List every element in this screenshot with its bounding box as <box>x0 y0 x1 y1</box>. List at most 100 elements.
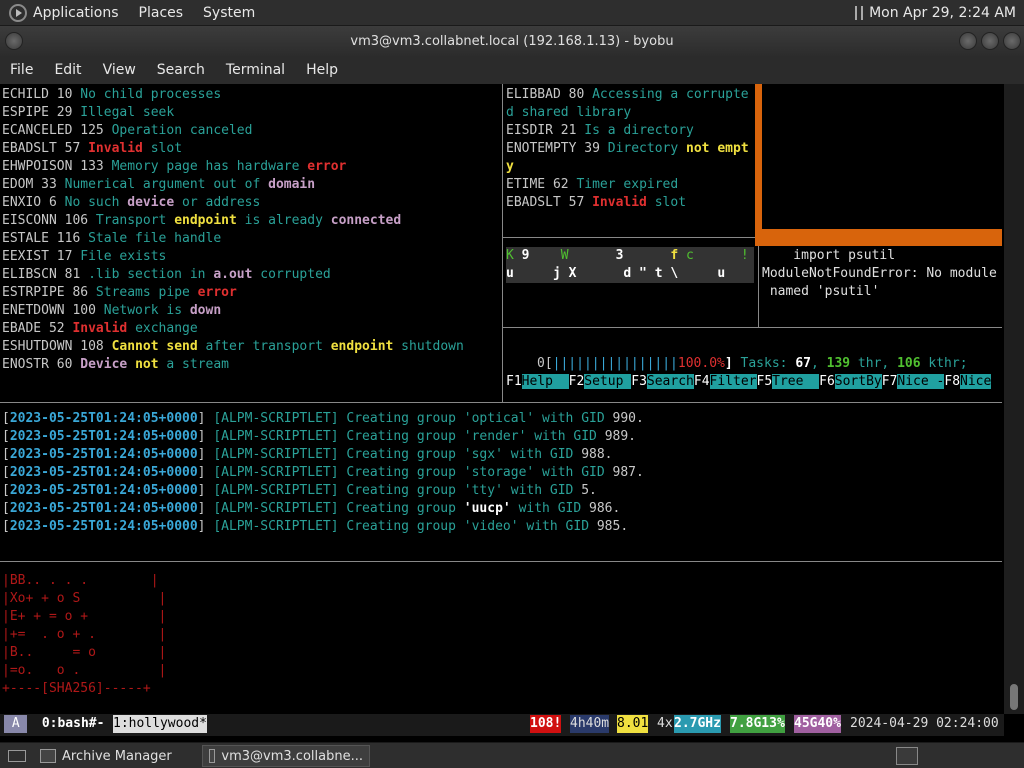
archive-manager-icon <box>40 749 56 763</box>
log-timestamp: 2023-05-25T01:24:05+0000 <box>9 501 198 516</box>
errno-segment: Illegal seek <box>80 105 175 120</box>
close-button[interactable] <box>1003 32 1021 50</box>
errno-segment: or address <box>174 195 261 210</box>
log-bracket: ] <box>197 483 214 498</box>
errno-segment: Directory <box>607 141 687 156</box>
status-window-1[interactable]: 1:hollywood* <box>113 715 207 733</box>
menu-view[interactable]: View <box>103 62 136 78</box>
errno-segment: ESHUTDOWN 108 <box>2 339 112 354</box>
errno-segment: is already <box>236 213 331 228</box>
window-titlebar[interactable]: vm3@vm3.collabnet.local (192.168.1.13) -… <box>0 26 1024 56</box>
errno-segment: EHWPOISON 133 <box>2 159 112 174</box>
log-group: 'uucp' <box>463 501 511 516</box>
menu-search[interactable]: Search <box>157 62 205 78</box>
gauge-segment: 9 <box>513 248 561 263</box>
errno-segment: EBADSLT 57 <box>2 141 89 156</box>
workspace-switcher[interactable] <box>896 747 918 765</box>
log-bracket: [ <box>2 465 10 480</box>
errno-segment: Invalid <box>88 141 143 156</box>
errno-line: ENOSTR 60 Device not a stream <box>2 356 229 374</box>
bottom-taskbar: Archive Manager vm3@vm3.collabne... <box>0 742 1024 768</box>
terminal-area[interactable]: ECHILD 10 No child processes ESPIPE 29 Il… <box>0 84 1004 714</box>
log-tag: [ALPM-SCRIPTLET] Creating group <box>213 429 464 444</box>
log-line: [2023-05-25T01:24:05+0000] [ALPM-SCRIPTL… <box>2 500 620 518</box>
errno-line: EISCONN 106 Transport endpoint is alread… <box>2 212 401 230</box>
log-tag: [ALPM-SCRIPTLET] Creating group <box>213 447 464 462</box>
panel-menu-system[interactable]: System <box>203 5 255 21</box>
errno-line: ESPIPE 29 Illegal seek <box>2 104 174 122</box>
errno-segment: Invalid <box>72 321 128 336</box>
errno-segment: ENXIO 6 <box>2 195 65 210</box>
log-group: 'render' <box>463 429 527 444</box>
log-timestamp: 2023-05-25T01:24:05+0000 <box>9 411 198 426</box>
errno-segment: endpoint <box>330 339 394 354</box>
errno-line: ENOTEMPTY 39 Directory not empt <box>506 140 749 158</box>
menu-edit[interactable]: Edit <box>54 62 81 78</box>
log-bracket: [ <box>2 519 10 534</box>
show-desktop-icon[interactable] <box>8 750 26 762</box>
errno-segment: ECHILD 10 <box>2 87 81 102</box>
htop-key: F7 <box>881 374 898 389</box>
errno-segment: EDOM 33 <box>2 177 65 192</box>
log-bracket: [ <box>2 447 10 462</box>
htop-key-label: Tree <box>772 374 820 389</box>
panel-menu-applications[interactable]: Applications <box>33 5 119 21</box>
htop-function-keys: F1Help F2Setup F3SearchF4FilterF5Tree F6… <box>506 373 992 391</box>
status-session-a: A <box>4 715 28 733</box>
scrollbar[interactable] <box>1004 84 1024 714</box>
taskbar-terminal[interactable]: vm3@vm3.collabne... <box>202 745 370 767</box>
panel-menu-places[interactable]: Places <box>139 5 184 21</box>
panel-clock[interactable]: Mon Apr 29, 2:24 AM <box>869 5 1016 21</box>
log-line: [2023-05-25T01:24:05+0000] [ALPM-SCRIPTL… <box>2 518 628 536</box>
volume-icon[interactable] <box>855 6 864 20</box>
randomart-line: +----[SHA256]-----+ <box>2 681 151 696</box>
terminal-icon <box>209 749 216 763</box>
log-text: with GID <box>510 501 590 516</box>
status-window-0[interactable]: 0:bash#- <box>34 715 112 733</box>
randomart-line: |BB.. . . . | <box>2 573 159 588</box>
log-tag: [ALPM-SCRIPTLET] Creating group <box>213 519 464 534</box>
errno-segment: endpoint <box>174 213 237 228</box>
errno-segment: EBADE 52 <box>2 321 73 336</box>
window-title: vm3@vm3.collabnet.local (192.168.1.13) -… <box>350 33 674 49</box>
htop-key-label: Setup <box>584 374 632 389</box>
window-menu-button[interactable] <box>5 32 23 50</box>
minimize-button[interactable] <box>959 32 977 50</box>
log-bracket: ] <box>197 429 214 444</box>
maximize-button[interactable] <box>981 32 999 50</box>
taskbar-archive-manager[interactable]: Archive Manager <box>34 745 196 767</box>
log-text: with GID <box>502 447 582 462</box>
log-tag: [ALPM-SCRIPTLET] Creating group <box>213 465 464 480</box>
errno-segment: not empt <box>686 141 749 156</box>
status-load: 8.01 <box>617 715 649 733</box>
errno-line: ETIME 62 Timer expired <box>506 176 678 194</box>
errno-line: ENETDOWN 100 Network is down <box>2 302 221 320</box>
errno-line: EBADSLT 57 Invalid slot <box>2 140 182 158</box>
pane-divider <box>0 402 1002 403</box>
status-warning: 108! <box>530 715 562 733</box>
log-text: with GID <box>526 429 605 444</box>
scrollbar-thumb[interactable] <box>1010 684 1018 710</box>
menu-terminal[interactable]: Terminal <box>226 62 285 78</box>
errno-segment: Numerical argument out of <box>64 177 269 192</box>
gauge-segment: W <box>560 248 569 263</box>
log-bracket: ] <box>197 465 214 480</box>
log-tag: [ALPM-SCRIPTLET] Creating group <box>213 501 464 516</box>
randomart-line: |Xo+ + o S | <box>2 591 167 606</box>
log-bracket: [ <box>2 411 10 426</box>
errno-segment: after transport <box>197 339 331 354</box>
errno-line: d shared library <box>506 104 631 122</box>
applications-logo-icon[interactable] <box>9 3 27 22</box>
menu-file[interactable]: File <box>10 62 33 78</box>
errno-segment: device <box>127 195 175 210</box>
errno-segment: EISCONN 106 <box>2 213 96 228</box>
htop-key: F3 <box>631 374 647 389</box>
htop-key-label: SortBy <box>834 374 882 389</box>
menu-help[interactable]: Help <box>306 62 338 78</box>
htop-key: F8 <box>944 374 961 389</box>
htop-key: F5 <box>756 374 773 389</box>
status-cpu-freq: 2.7GHz <box>674 715 721 733</box>
errno-segment: ENOSTR 60 <box>2 357 81 372</box>
errno-line: EISDIR 21 Is a directory <box>506 122 694 140</box>
log-text: with GID <box>534 465 613 480</box>
